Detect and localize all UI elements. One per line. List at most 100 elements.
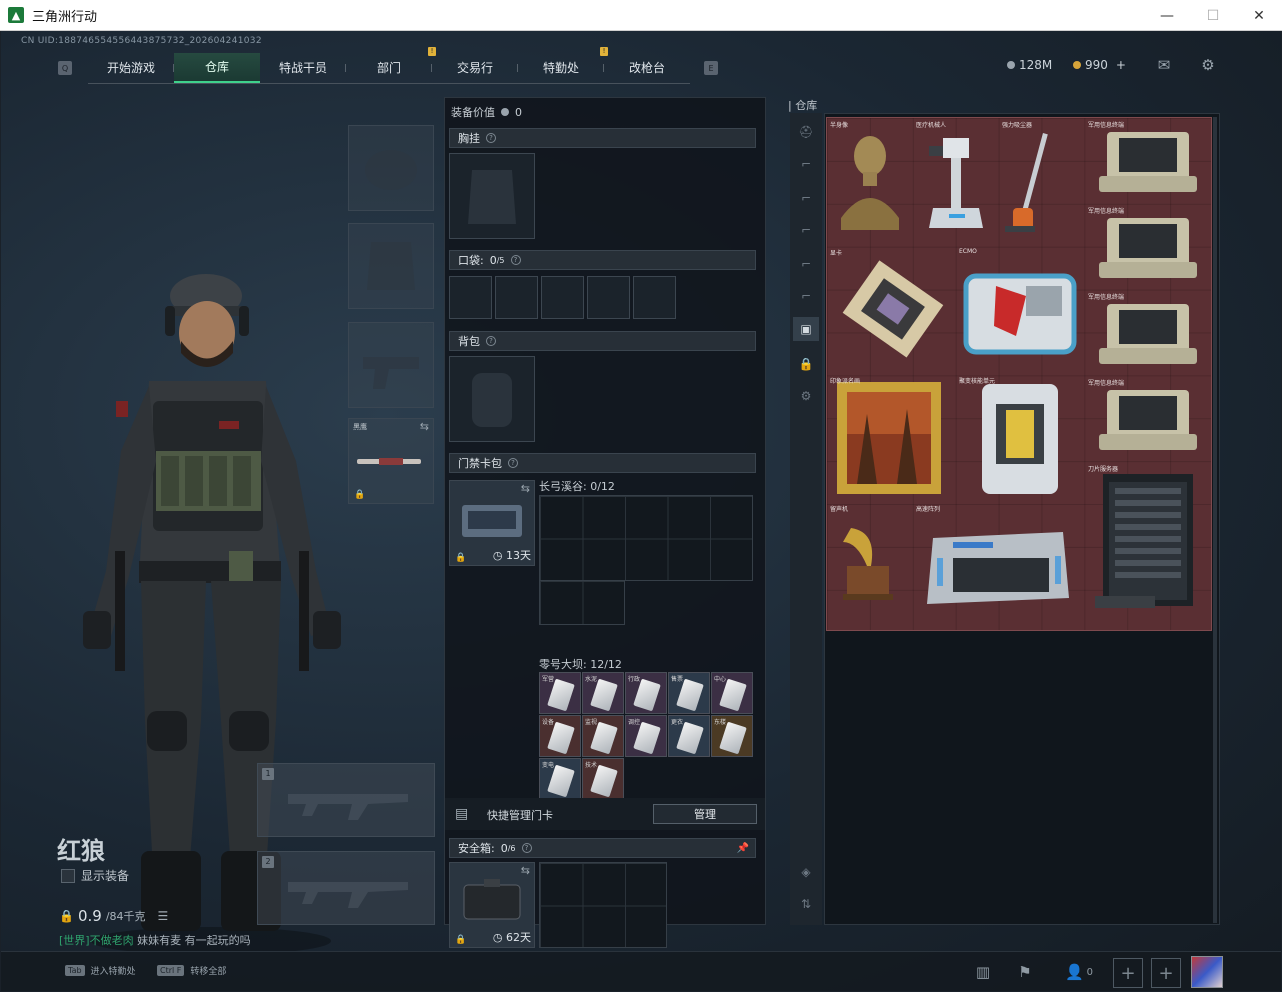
special-ops-hint[interactable]: Tab 进入特勤处	[65, 964, 136, 977]
gold-currency[interactable]: 990 +	[1073, 58, 1126, 72]
mail-icon[interactable]: ✉	[1153, 55, 1175, 75]
player-avatar[interactable]	[1191, 956, 1223, 988]
gun-filter-icon[interactable]: ⌐	[797, 157, 815, 171]
stats-chart-icon[interactable]: ▥	[969, 958, 997, 986]
tab-start-game[interactable]: 开始游戏	[88, 53, 174, 83]
pistol-slot[interactable]	[348, 322, 434, 408]
swap-icon[interactable]: ⇆	[521, 482, 530, 495]
warehouse-item-painting[interactable]: 印象派名画	[827, 374, 956, 502]
manage-button[interactable]: 管理	[653, 804, 757, 824]
close-button[interactable]: ✕	[1236, 0, 1282, 31]
gun-filter-icon[interactable]: ⌐	[797, 257, 815, 271]
warehouse-item-fusion-cell[interactable]: 聚变核能单元	[956, 374, 1085, 502]
settings-gear-icon[interactable]: ⚙	[1197, 55, 1219, 75]
array-icon	[927, 532, 1069, 604]
tab-department[interactable]: 部门!	[346, 46, 436, 83]
keycard-item[interactable]: 行政	[625, 672, 667, 714]
helmet-slot[interactable]	[348, 125, 434, 211]
chat-line[interactable]: [世界]不做老肉 妹妹有麦 有一起玩的吗	[59, 932, 251, 948]
maximize-button[interactable]: ☐	[1190, 0, 1236, 31]
gun-filter-icon[interactable]: ⌐	[797, 223, 815, 237]
warehouse-item-terminal[interactable]: 军用信息终端	[1085, 204, 1213, 290]
help-icon[interactable]: ?	[508, 458, 518, 468]
checkbox[interactable]	[61, 868, 75, 883]
warehouse-item-ecmo[interactable]: ECMO	[956, 246, 1085, 374]
list-icon[interactable]: ☰	[158, 909, 169, 923]
tab-operators[interactable]: 特战干员	[260, 53, 346, 83]
swap-icon[interactable]: ⇆	[521, 864, 530, 877]
transfer-all-hint[interactable]: Ctrl F 转移全部	[157, 964, 226, 977]
safe-box-slot[interactable]: ⇆ 🔒 ◷ 62天	[449, 862, 535, 948]
keycard-icon	[633, 721, 661, 755]
keycard-case-slot[interactable]: ⇆ 🔒 ◷ 13天	[449, 480, 535, 566]
keycard-item[interactable]: 监视	[582, 715, 624, 757]
keycard-item[interactable]: 东楼	[711, 715, 753, 757]
party-icon[interactable]: 👤 0	[1059, 958, 1099, 986]
melee-slot[interactable]: 黑鹰 ⇆ 🔒	[348, 418, 434, 504]
helmet-icon	[365, 150, 417, 190]
swap-icon[interactable]: ⇆	[420, 420, 429, 433]
warehouse-item-terminal[interactable]: 军用信息终端	[1085, 118, 1213, 204]
chat-channel: [世界]	[59, 934, 90, 947]
gun-filter-icon[interactable]: ⌐	[797, 289, 815, 303]
pocket-slot[interactable]	[495, 276, 538, 319]
warehouse-item-bust[interactable]: 半身像	[827, 118, 913, 246]
minimize-button[interactable]: —	[1144, 0, 1190, 31]
keycard-item[interactable]: 水泥	[582, 672, 624, 714]
help-icon[interactable]: ?	[486, 133, 496, 143]
gear-filter-icon[interactable]: ⚙	[797, 389, 815, 403]
pocket-slot[interactable]	[587, 276, 630, 319]
helmet-filter-icon[interactable]: ⛑	[797, 125, 815, 139]
warehouse-item-vacuum[interactable]: 强力吸尘器	[999, 118, 1048, 246]
help-icon[interactable]: ?	[521, 843, 532, 853]
warehouse-item-high-speed-array[interactable]: 高速阵列	[913, 502, 1085, 630]
flag-icon[interactable]: ⚑	[1011, 958, 1039, 986]
collectibles-filter-icon[interactable]: ▣	[793, 317, 819, 341]
warehouse-item-gpu[interactable]: 显卡	[827, 246, 956, 374]
sort-icon[interactable]: ⇅	[797, 897, 815, 911]
lock-filter-icon[interactable]: 🔒	[797, 357, 815, 371]
warehouse-item-blade-server[interactable]: 刀片服务器	[1085, 462, 1213, 632]
map1-keycard-grid[interactable]	[539, 495, 753, 581]
tab-warehouse[interactable]: 仓库	[174, 52, 260, 83]
show-equipment-toggle[interactable]: 显示装备	[61, 867, 129, 884]
nav-next-key[interactable]: E	[704, 61, 718, 75]
gun-filter-icon[interactable]: ⌐	[797, 191, 815, 205]
chest-rig-slot[interactable]	[449, 153, 535, 239]
silver-coin-icon	[501, 108, 509, 116]
tab-trade[interactable]: 交易行	[432, 53, 518, 83]
help-icon[interactable]: ?	[486, 336, 496, 346]
pin-icon[interactable]: 📌	[737, 843, 749, 854]
pocket-slot[interactable]	[449, 276, 492, 319]
warehouse-item-gramophone[interactable]: 留声机	[827, 502, 913, 630]
keycard-item[interactable]: 中心	[711, 672, 753, 714]
keycard-item[interactable]: 设备	[539, 715, 581, 757]
pocket-slot[interactable]	[633, 276, 676, 319]
nav-prev-key[interactable]: Q	[58, 61, 72, 75]
keycard-item[interactable]: 售票	[668, 672, 710, 714]
warehouse-scrollbar[interactable]	[1213, 117, 1217, 923]
keycard-item[interactable]: 军营	[539, 672, 581, 714]
safe-box-grid[interactable]	[539, 862, 667, 948]
tab-gunsmith[interactable]: 改枪台	[604, 53, 690, 83]
secondary-weapon-slot[interactable]: 2	[257, 851, 435, 925]
backpack-slot[interactable]	[449, 356, 535, 442]
tab-special-ops[interactable]: 特勤处!	[518, 46, 608, 83]
help-icon[interactable]: ?	[510, 255, 521, 265]
layers-icon[interactable]: ◈	[797, 865, 815, 879]
keycard-item[interactable]: 调控	[625, 715, 667, 757]
pocket-slot[interactable]	[541, 276, 584, 319]
keycard-item[interactable]: 更衣	[668, 715, 710, 757]
add-gold-button[interactable]: +	[1116, 58, 1126, 72]
warehouse-item-terminal[interactable]: 军用信息终端	[1085, 376, 1213, 462]
map1-keycard-grid-extra[interactable]	[539, 581, 625, 625]
pockets-count: 0	[489, 253, 497, 267]
warehouse-item-medical-robot[interactable]: 医疗机械人	[913, 118, 999, 246]
primary-weapon-slot[interactable]: 1	[257, 763, 435, 837]
invite-slot-button[interactable]: +	[1151, 958, 1181, 988]
warehouse-item-terminal[interactable]: 军用信息终端	[1085, 290, 1213, 376]
armor-slot[interactable]	[348, 223, 434, 309]
keycard-item[interactable]: 变电	[539, 758, 581, 800]
invite-slot-button[interactable]: +	[1113, 958, 1143, 988]
keycard-item[interactable]: 技术	[582, 758, 624, 800]
